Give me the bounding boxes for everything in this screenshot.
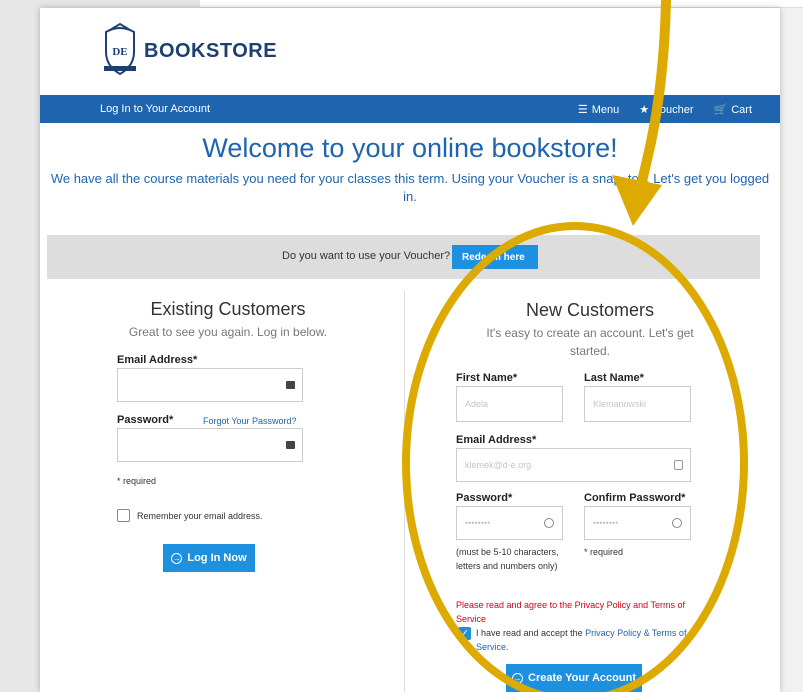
menu-icon: ☰: [577, 103, 588, 116]
site-header: DE BOOKSTORE: [40, 8, 780, 95]
new-password-value: ••••••••: [465, 518, 491, 528]
star-icon: ★: [639, 103, 650, 116]
new-title: New Customers: [525, 300, 655, 320]
first-name-label: First Name*: [456, 372, 518, 384]
nav-menu[interactable]: ☰ Menu: [578, 103, 619, 116]
forgot-password-link[interactable]: Forgot Your Password?: [203, 414, 297, 428]
nav-cart[interactable]: 🛒 Cart: [714, 103, 752, 116]
column-divider: [404, 291, 405, 692]
accept-terms-suffix: .: [506, 642, 509, 652]
hero-section: Welcome to your online bookstore! We hav…: [40, 123, 780, 206]
accept-terms-text: I have read and accept the Privacy Polic…: [476, 626, 696, 654]
arrow-circle-icon: →: [512, 672, 523, 684]
log-in-now-button[interactable]: → Log In Now: [163, 544, 255, 572]
terms-warning: Please read and agree to the Privacy Pol…: [456, 600, 685, 624]
nav-menu-label: Menu: [591, 103, 620, 116]
existing-subtitle: Great to see you again. Log in below.: [128, 325, 328, 339]
top-navbar: Log In to Your Account ☰ Menu ★ Voucher 🛒 C…: [40, 95, 780, 123]
new-password-input[interactable]: ••••••••: [456, 506, 563, 540]
new-password-label: Password*: [456, 492, 513, 504]
hero-title: Welcome to your online bookstore!: [202, 133, 618, 163]
existing-password-label: Password*: [117, 414, 174, 426]
key-icon: [544, 518, 554, 528]
nav-voucher[interactable]: ★ Voucher: [639, 103, 693, 116]
first-name-input[interactable]: Adela: [456, 386, 563, 422]
existing-email-input[interactable]: [117, 368, 303, 402]
autofill-icon: [286, 381, 295, 389]
brand-name: BOOKSTORE: [144, 39, 278, 62]
bookstore-page: DE BOOKSTORE Log In to Your Account ☰ Men…: [40, 8, 780, 692]
new-email-input[interactable]: klemek@d-e.org: [456, 448, 691, 482]
confirm-password-label: Confirm Password*: [584, 492, 686, 504]
create-account-label: Create Your Account: [528, 672, 636, 684]
nav-right-group: ☰ Menu ★ Voucher 🛒 Cart: [578, 103, 752, 116]
arrow-circle-icon: →: [171, 552, 183, 564]
password-hint: (must be 5-10 characters, letters and nu…: [456, 547, 559, 571]
existing-password-input[interactable]: [117, 428, 303, 462]
svg-text:DE: DE: [112, 46, 127, 58]
accept-terms-prefix: I have read and accept the: [476, 628, 586, 638]
contact-card-icon: [674, 460, 683, 470]
last-name-label: Last Name*: [584, 372, 644, 384]
last-name-input[interactable]: Klemanowski: [584, 386, 691, 422]
voucher-question: Do you want to use your Voucher?: [282, 250, 451, 262]
key-icon: [672, 518, 682, 528]
remember-checkbox[interactable]: [117, 509, 130, 522]
log-in-now-label: Log In Now: [187, 552, 247, 564]
last-name-value: Klemanowski: [593, 399, 647, 409]
new-required-note: * required: [584, 547, 624, 557]
confirm-password-input[interactable]: ••••••••: [584, 506, 691, 540]
autofill-icon: [286, 441, 295, 449]
existing-required-note: * required: [117, 476, 157, 486]
crest-icon: DE: [104, 22, 136, 76]
first-name-value: Adela: [465, 399, 489, 409]
existing-title: Existing Customers: [150, 299, 306, 319]
redeem-button[interactable]: Redeem here: [452, 245, 538, 269]
voucher-bar: Do you want to use your Voucher? Redeem …: [47, 235, 760, 279]
window-edge: [780, 8, 803, 692]
remember-label: Remember your email address.: [137, 511, 263, 521]
nav-login-link[interactable]: Log In to Your Account: [100, 103, 210, 115]
create-account-button[interactable]: → Create Your Account: [506, 664, 642, 692]
checkmark-icon: ✓: [459, 628, 470, 640]
new-subtitle: It's easy to create an account. Let's ge…: [486, 326, 694, 358]
new-email-label: Email Address*: [456, 434, 537, 446]
hero-subtitle: We have all the course materials you nee…: [50, 171, 770, 204]
nav-cart-label: Cart: [731, 103, 752, 116]
new-email-value: klemek@d-e.org: [465, 460, 532, 470]
existing-email-label: Email Address*: [117, 354, 198, 366]
nav-voucher-label: Voucher: [653, 103, 694, 116]
site-logo[interactable]: DE BOOKSTORE: [100, 22, 277, 80]
confirm-password-value: ••••••••: [593, 518, 619, 528]
accept-terms-checkbox[interactable]: ✓: [458, 627, 471, 640]
cart-icon: 🛒: [713, 103, 728, 116]
browser-top-strip: [200, 0, 803, 8]
